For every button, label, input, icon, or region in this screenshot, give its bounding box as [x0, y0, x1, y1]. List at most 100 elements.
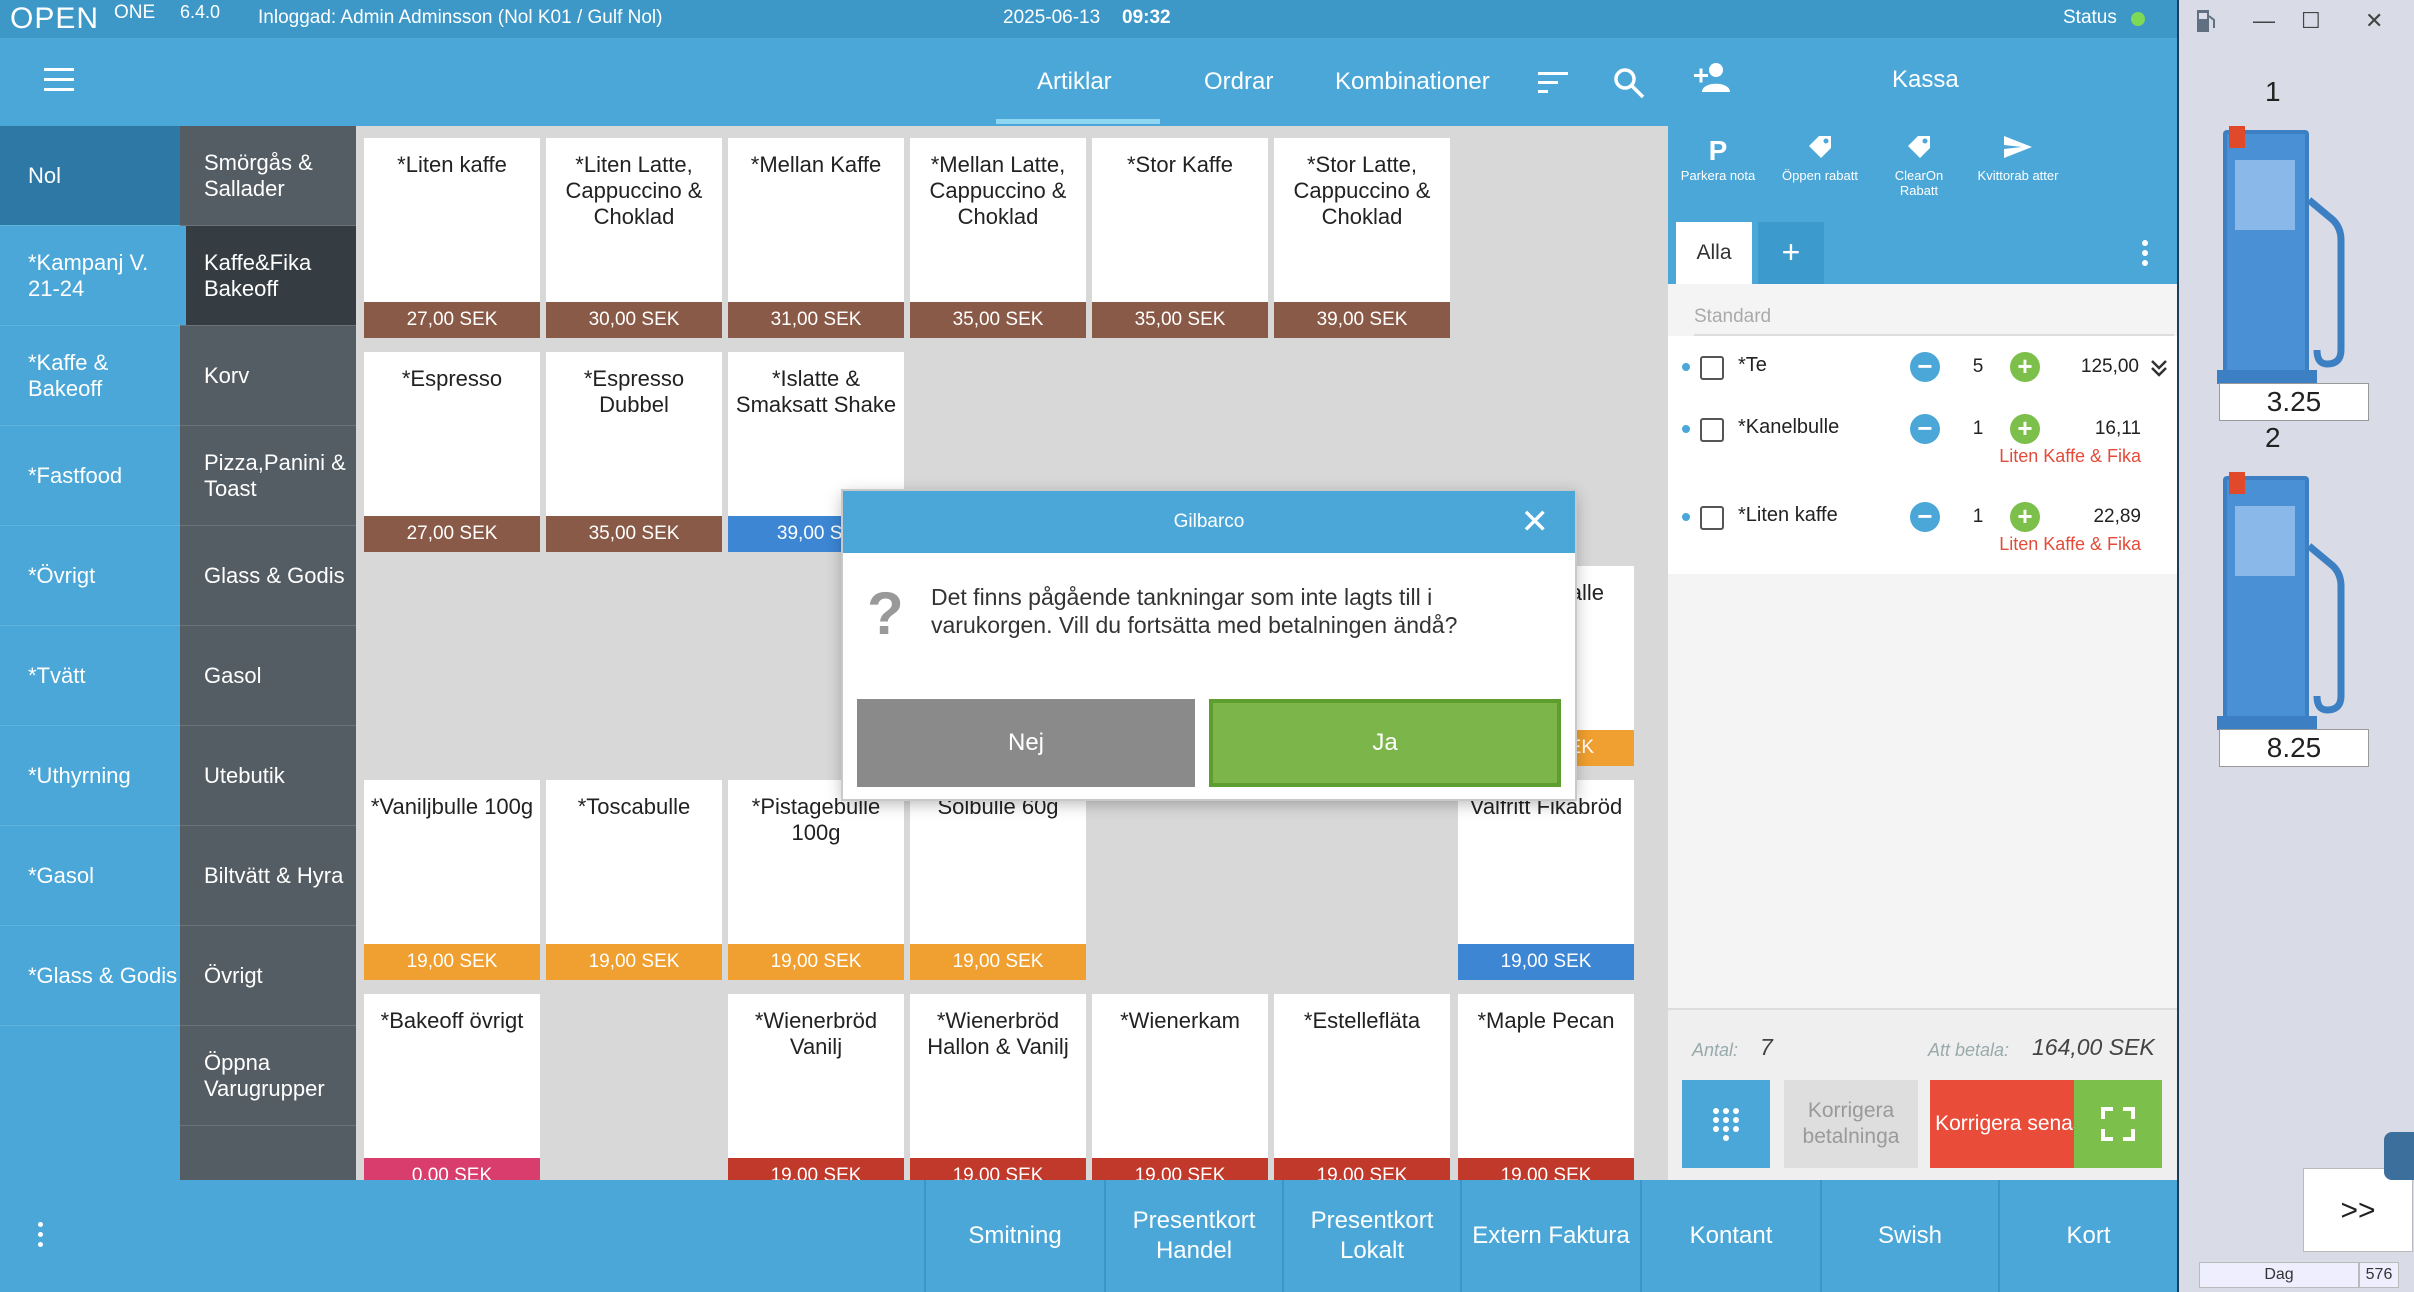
category-item[interactable]: *Gasol [0, 826, 180, 926]
tab-alla[interactable]: Alla [1676, 222, 1752, 284]
product-tile[interactable]: *Maple Pecan 19,00 SEK [1458, 994, 1634, 1180]
park-receipt-button[interactable]: P Parkera nota [1673, 134, 1763, 183]
subcategory-item[interactable]: Kaffe&Fika Bakeoff [180, 226, 356, 326]
chevron-double-down-icon[interactable] [2149, 358, 2169, 378]
fuel-pump-icon[interactable] [2217, 466, 2357, 736]
pump-number: 2 [2265, 422, 2281, 453]
product-tile[interactable]: *Estelleflätа 19,00 SEK [1274, 994, 1450, 1180]
increase-qty-button[interactable]: + [2010, 352, 2040, 382]
tab-kombinationer[interactable]: Kombinationer [1335, 68, 1490, 96]
product-tile[interactable]: *Liten kaffe 27,00 SEK [364, 138, 540, 338]
yes-button[interactable]: Ja [1209, 699, 1561, 787]
product-tile[interactable]: *Mellan Latte, Cappuccino & Choklad 35,00… [910, 138, 1086, 338]
increase-qty-button[interactable]: + [2010, 502, 2040, 532]
giftcard-trade-button[interactable]: Presentkort Handel [1104, 1180, 1282, 1292]
cart-item-price: 22,89 [2093, 506, 2141, 527]
category-item[interactable]: Nol [0, 126, 180, 226]
decrease-qty-button[interactable]: − [1910, 352, 1940, 382]
external-invoice-button[interactable]: Extern Faktura [1460, 1180, 1640, 1292]
product-tile[interactable]: Solbulle 60g 19,00 SEK [910, 780, 1086, 980]
product-tile[interactable]: *Stor Kaffe 35,00 SEK [1092, 138, 1268, 338]
cart-item-qty: 1 [1972, 418, 1984, 439]
product-price: 19,00 SEK [910, 1158, 1086, 1180]
tab-artiklar[interactable]: Artiklar [1037, 68, 1112, 96]
subcategory-item[interactable]: Gasol [180, 626, 356, 726]
product-tile[interactable]: *Espresso 27,00 SEK [364, 352, 540, 552]
sort-icon[interactable] [1538, 72, 1568, 94]
subcategory-item[interactable]: Utebutik [180, 726, 356, 826]
search-icon[interactable] [1612, 66, 1646, 100]
product-tile[interactable]: *Bakeoff övrigt 0,00 SEK [364, 994, 540, 1180]
category-item[interactable]: *Tvätt [0, 626, 180, 726]
cash-button[interactable]: Kontant [1640, 1180, 1820, 1292]
product-name: *Maple Pecan [1477, 1008, 1615, 1033]
product-tile[interactable]: *Toscabulle 19,00 SEK [546, 780, 722, 980]
category-item[interactable]: *Kampanj V. 21-24 [0, 226, 180, 326]
subcategory-item[interactable]: Öppna Varugrupper [180, 1026, 356, 1126]
decrease-qty-button[interactable]: − [1910, 502, 1940, 532]
swish-button[interactable]: Swish [1820, 1180, 1998, 1292]
subcategory-item[interactable]: Smörgås & Sallader [180, 126, 356, 226]
product-price: 19,00 SEK [728, 944, 904, 980]
product-tile[interactable]: *Wienerkam 19,00 SEK [1092, 994, 1268, 1180]
add-person-icon[interactable] [1692, 60, 1732, 94]
row-checkbox[interactable] [1700, 418, 1724, 442]
price-list-filter[interactable]: Standard [1694, 298, 2174, 336]
product-tile[interactable]: *Espresso Dubbel 35,00 SEK [546, 352, 722, 552]
smitning-button[interactable]: Smitning [924, 1180, 1104, 1292]
row-checkbox[interactable] [1700, 506, 1724, 530]
cart-item-name: *Liten kaffe [1738, 504, 1838, 526]
product-tile[interactable]: *Pistagebulle 100g 19,00 SEK [728, 780, 904, 980]
next-button[interactable]: >> [2303, 1168, 2413, 1252]
subcategory-item[interactable]: Glass & Godis [180, 526, 356, 626]
product-price: 27,00 SEK [364, 516, 540, 552]
add-tab-button[interactable]: + [1758, 222, 1824, 284]
scroll-handle-icon[interactable] [2384, 1132, 2414, 1180]
product-tile[interactable]: *Vaniljbulle 100g 19,00 SEK [364, 780, 540, 980]
more-vertical-icon[interactable] [38, 1222, 44, 1247]
product-tile[interactable]: *Wienerbröd Hallon & Vanilj 19,00 SEK [910, 994, 1086, 1180]
correct-payment-button[interactable]: Korrigera betalninga [1784, 1080, 1918, 1168]
cart-actions: P Parkera nota Öppen rabatt ClearOn Raba… [1668, 126, 2177, 218]
category-item[interactable]: *Kaffe & Bakeoff [0, 326, 180, 426]
minimize-icon[interactable]: — [2253, 8, 2275, 34]
product-tile[interactable]: *Stor Latte, Cappuccino & Choklad 39,00 S… [1274, 138, 1450, 338]
category-item[interactable]: *Uthyrning [0, 726, 180, 826]
close-icon[interactable]: ✕ [2365, 8, 2383, 34]
product-tile[interactable]: *Liten Latte, Cappuccino & Choklad 30,00 … [546, 138, 722, 338]
close-icon[interactable]: ✕ [1521, 505, 1550, 539]
product-name: *Vaniljbulle 100g [370, 794, 534, 819]
cart-row[interactable]: *Te − 5 + 125,00 [1668, 336, 2177, 406]
fuel-pump-icon[interactable] [2217, 120, 2357, 390]
row-marker-icon [1682, 425, 1690, 433]
status-bar: OPEN ONE 6.4.0 Inloggad: Admin Adminsson… [0, 0, 2177, 38]
subcategory-item[interactable]: Korv [180, 326, 356, 426]
keypad-button[interactable] [1682, 1080, 1770, 1168]
hamburger-icon[interactable] [44, 68, 74, 92]
cart-row[interactable]: *Liten kaffe − 1 + 22,89 Liten Kaffe & F… [1668, 486, 2177, 574]
subcategory-item[interactable]: Pizza,Panini & Toast [180, 426, 356, 526]
cart-row[interactable]: *Kanelbulle − 1 + 16,11 Liten Kaffe & Fi… [1668, 398, 2177, 486]
receipt-discounts-button[interactable]: Kvittorab atter [1973, 134, 2063, 183]
maximize-icon[interactable]: ☐ [2301, 8, 2321, 34]
subcategory-item[interactable]: Biltvätt & Hyra [180, 826, 356, 926]
row-checkbox[interactable] [1700, 356, 1724, 380]
category-item[interactable]: *Fastfood [0, 426, 180, 526]
giftcard-local-button[interactable]: Presentkort Lokalt [1282, 1180, 1460, 1292]
decrease-qty-button[interactable]: − [1910, 414, 1940, 444]
fullscreen-button[interactable] [2074, 1080, 2162, 1168]
subcategory-item[interactable]: Övrigt [180, 926, 356, 1026]
clearon-discount-button[interactable]: ClearOn Rabatt [1874, 134, 1964, 198]
product-tile[interactable]: *Mellan Kaffe 31,00 SEK [728, 138, 904, 338]
open-discount-button[interactable]: Öppen rabatt [1775, 134, 1865, 183]
no-button[interactable]: Nej [857, 699, 1195, 787]
category-item[interactable]: *Övrigt [0, 526, 180, 626]
cart-item-name: *Te [1738, 354, 1767, 376]
category-item[interactable]: *Glass & Godis [0, 926, 180, 1026]
card-button[interactable]: Kort [1998, 1180, 2177, 1292]
more-vertical-icon[interactable] [2142, 240, 2148, 266]
increase-qty-button[interactable]: + [2010, 414, 2040, 444]
product-tile[interactable]: *Wienerbröd Vanilj 19,00 SEK [728, 994, 904, 1180]
tab-ordrar[interactable]: Ordrar [1204, 68, 1273, 96]
product-tile[interactable]: Valfritt Fikabröd 19,00 SEK [1458, 780, 1634, 980]
